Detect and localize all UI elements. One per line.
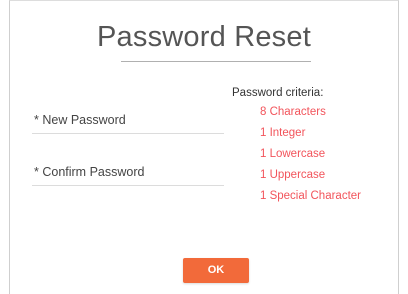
criteria-item-length: 8 Characters — [260, 106, 326, 118]
criteria-item-uppercase: 1 Uppercase — [260, 169, 326, 181]
password-reset-dialog: Password Reset * New Password * Confirm … — [9, 0, 399, 294]
password-criteria-list: 8 Characters 1 Integer 1 Lowercase 1 Upp… — [260, 105, 361, 210]
criteria-item-special: 1 Special Character — [260, 190, 361, 202]
confirm-password-field[interactable]: * Confirm Password — [32, 160, 224, 186]
title-divider — [121, 61, 311, 62]
dialog-title: Password Reset — [97, 21, 311, 53]
new-password-input[interactable] — [32, 108, 224, 133]
confirm-password-input[interactable] — [32, 160, 224, 185]
password-criteria-title: Password criteria: — [232, 87, 324, 99]
new-password-field[interactable]: * New Password — [32, 108, 224, 134]
ok-button[interactable]: OK — [183, 258, 249, 283]
criteria-item-integer: 1 Integer — [260, 127, 306, 139]
criteria-item-lowercase: 1 Lowercase — [260, 148, 326, 160]
